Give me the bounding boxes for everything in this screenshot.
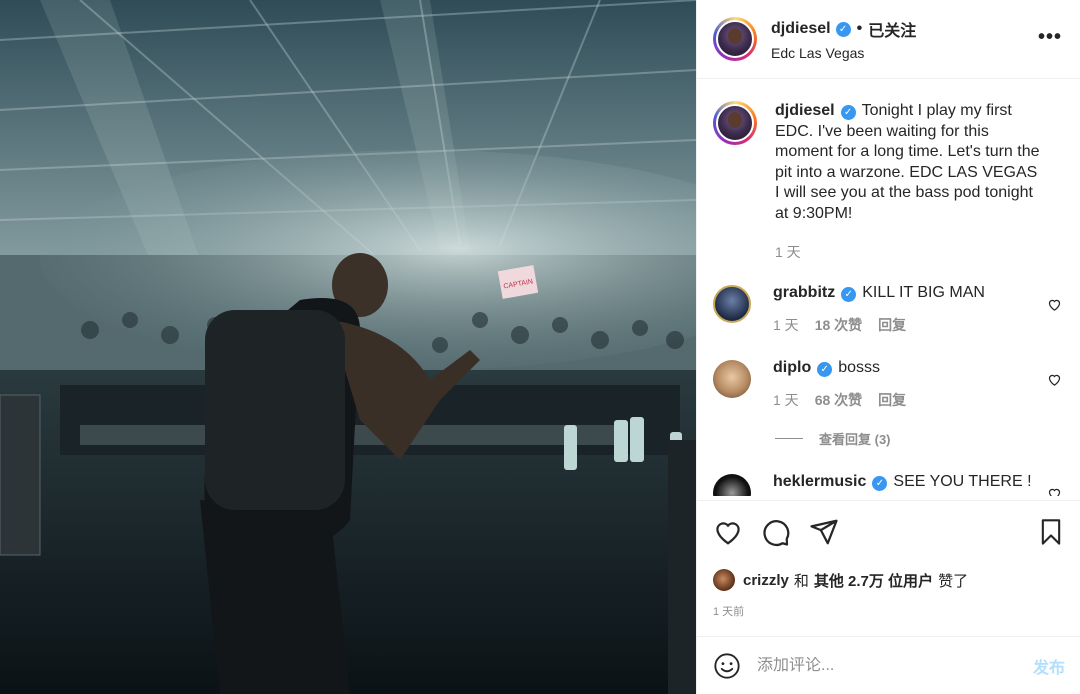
comment-text: bosss [838,358,881,376]
post-header: djdiesel ✓ • 已关注 Edc Las Vegas ••• [697,0,1080,79]
caption-username[interactable]: djdiesel [775,102,835,119]
paper-plane-icon[interactable] [809,517,839,547]
likes-others[interactable]: 其他 2.7万 位用户 [814,570,933,591]
follow-status-button[interactable]: 已关注 [868,17,916,41]
comments-list[interactable]: djdiesel ✓ Tonight I play my first EDC. I'… [697,79,1080,496]
view-replies-label: 查看回复 (3) [819,431,891,447]
photo-illustration: CAPTAIN [0,0,696,694]
comment-time[interactable]: 1 天 [773,390,799,411]
comment-time[interactable]: 1 天 [773,315,799,336]
comment-like-heart-icon[interactable] [1047,486,1062,497]
commenter-avatar[interactable] [713,359,751,398]
likes-and: 和 [793,572,809,590]
comment-item: diplo ✓ bosss 1 天 68 次赞 回复 [713,358,1064,411]
post-side-panel: djdiesel ✓ • 已关注 Edc Las Vegas ••• djdie… [696,0,1080,694]
verified-badge-icon: ✓ [840,105,856,120]
caption: djdiesel ✓ Tonight I play my first EDC. I'… [713,101,1064,263]
commenter-avatar[interactable] [713,473,751,496]
author-avatar[interactable] [713,17,757,61]
verified-badge-icon: ✓ [835,21,851,37]
more-dots-icon[interactable]: ••• [1038,26,1062,49]
liker-username[interactable]: crizzly [743,572,789,589]
comment-input[interactable] [757,656,1017,675]
liker-avatar[interactable] [713,569,735,591]
comment-text: KILL IT BIG MAN [862,283,985,301]
comment-username[interactable]: grabbitz [773,284,835,301]
verified-badge-icon: ✓ [872,475,888,491]
comment-text: SEE YOU THERE ! [893,472,1032,490]
view-replies-button[interactable]: 查看回复 (3) [775,429,1064,448]
reply-button[interactable]: 回复 [878,390,906,411]
comment-likes[interactable]: 68 次赞 [815,390,862,411]
caption-avatar[interactable] [713,101,757,145]
comment-username[interactable]: diplo [773,359,811,376]
emoji-icon[interactable] [713,652,741,680]
replies-divider [775,437,803,439]
comment-likes[interactable]: 18 次赞 [815,315,862,336]
comment-item: heklermusic ✓ SEE YOU THERE ! [713,472,1064,497]
action-bar: crizzly 和 其他 2.7万 位用户 赞了 1 天前 [697,500,1080,619]
caption-time[interactable]: 1 天 [775,242,801,263]
post-location[interactable]: Edc Las Vegas [771,45,916,61]
post-comment-button[interactable]: 发布 [1033,654,1065,678]
heart-icon[interactable] [713,517,743,547]
bookmark-icon[interactable] [1037,517,1065,547]
comment-item: grabbitz ✓ KILL IT BIG MAN 1 天 18 次赞 回复 [713,283,1064,336]
post-time[interactable]: 1 天前 [713,603,1065,619]
commenter-avatar[interactable] [713,284,751,323]
comment-username[interactable]: heklermusic [773,473,866,490]
add-comment-bar: 发布 [697,636,1080,694]
author-username[interactable]: djdiesel [771,20,831,38]
verified-badge-icon: ✓ [817,361,833,377]
caption-text: Tonight I play my first EDC. I've been w… [775,102,1040,222]
comment-icon[interactable] [761,517,791,547]
likes-summary[interactable]: crizzly 和 其他 2.7万 位用户 赞了 [713,569,1065,591]
verified-badge-icon: ✓ [841,286,857,302]
reply-button[interactable]: 回复 [878,315,906,336]
comment-like-heart-icon[interactable] [1047,297,1062,312]
comment-like-heart-icon[interactable] [1047,372,1062,387]
post-photo[interactable]: CAPTAIN [0,0,696,694]
separator-dot: • [856,20,863,37]
likes-suffix: 赞了 [938,572,969,590]
